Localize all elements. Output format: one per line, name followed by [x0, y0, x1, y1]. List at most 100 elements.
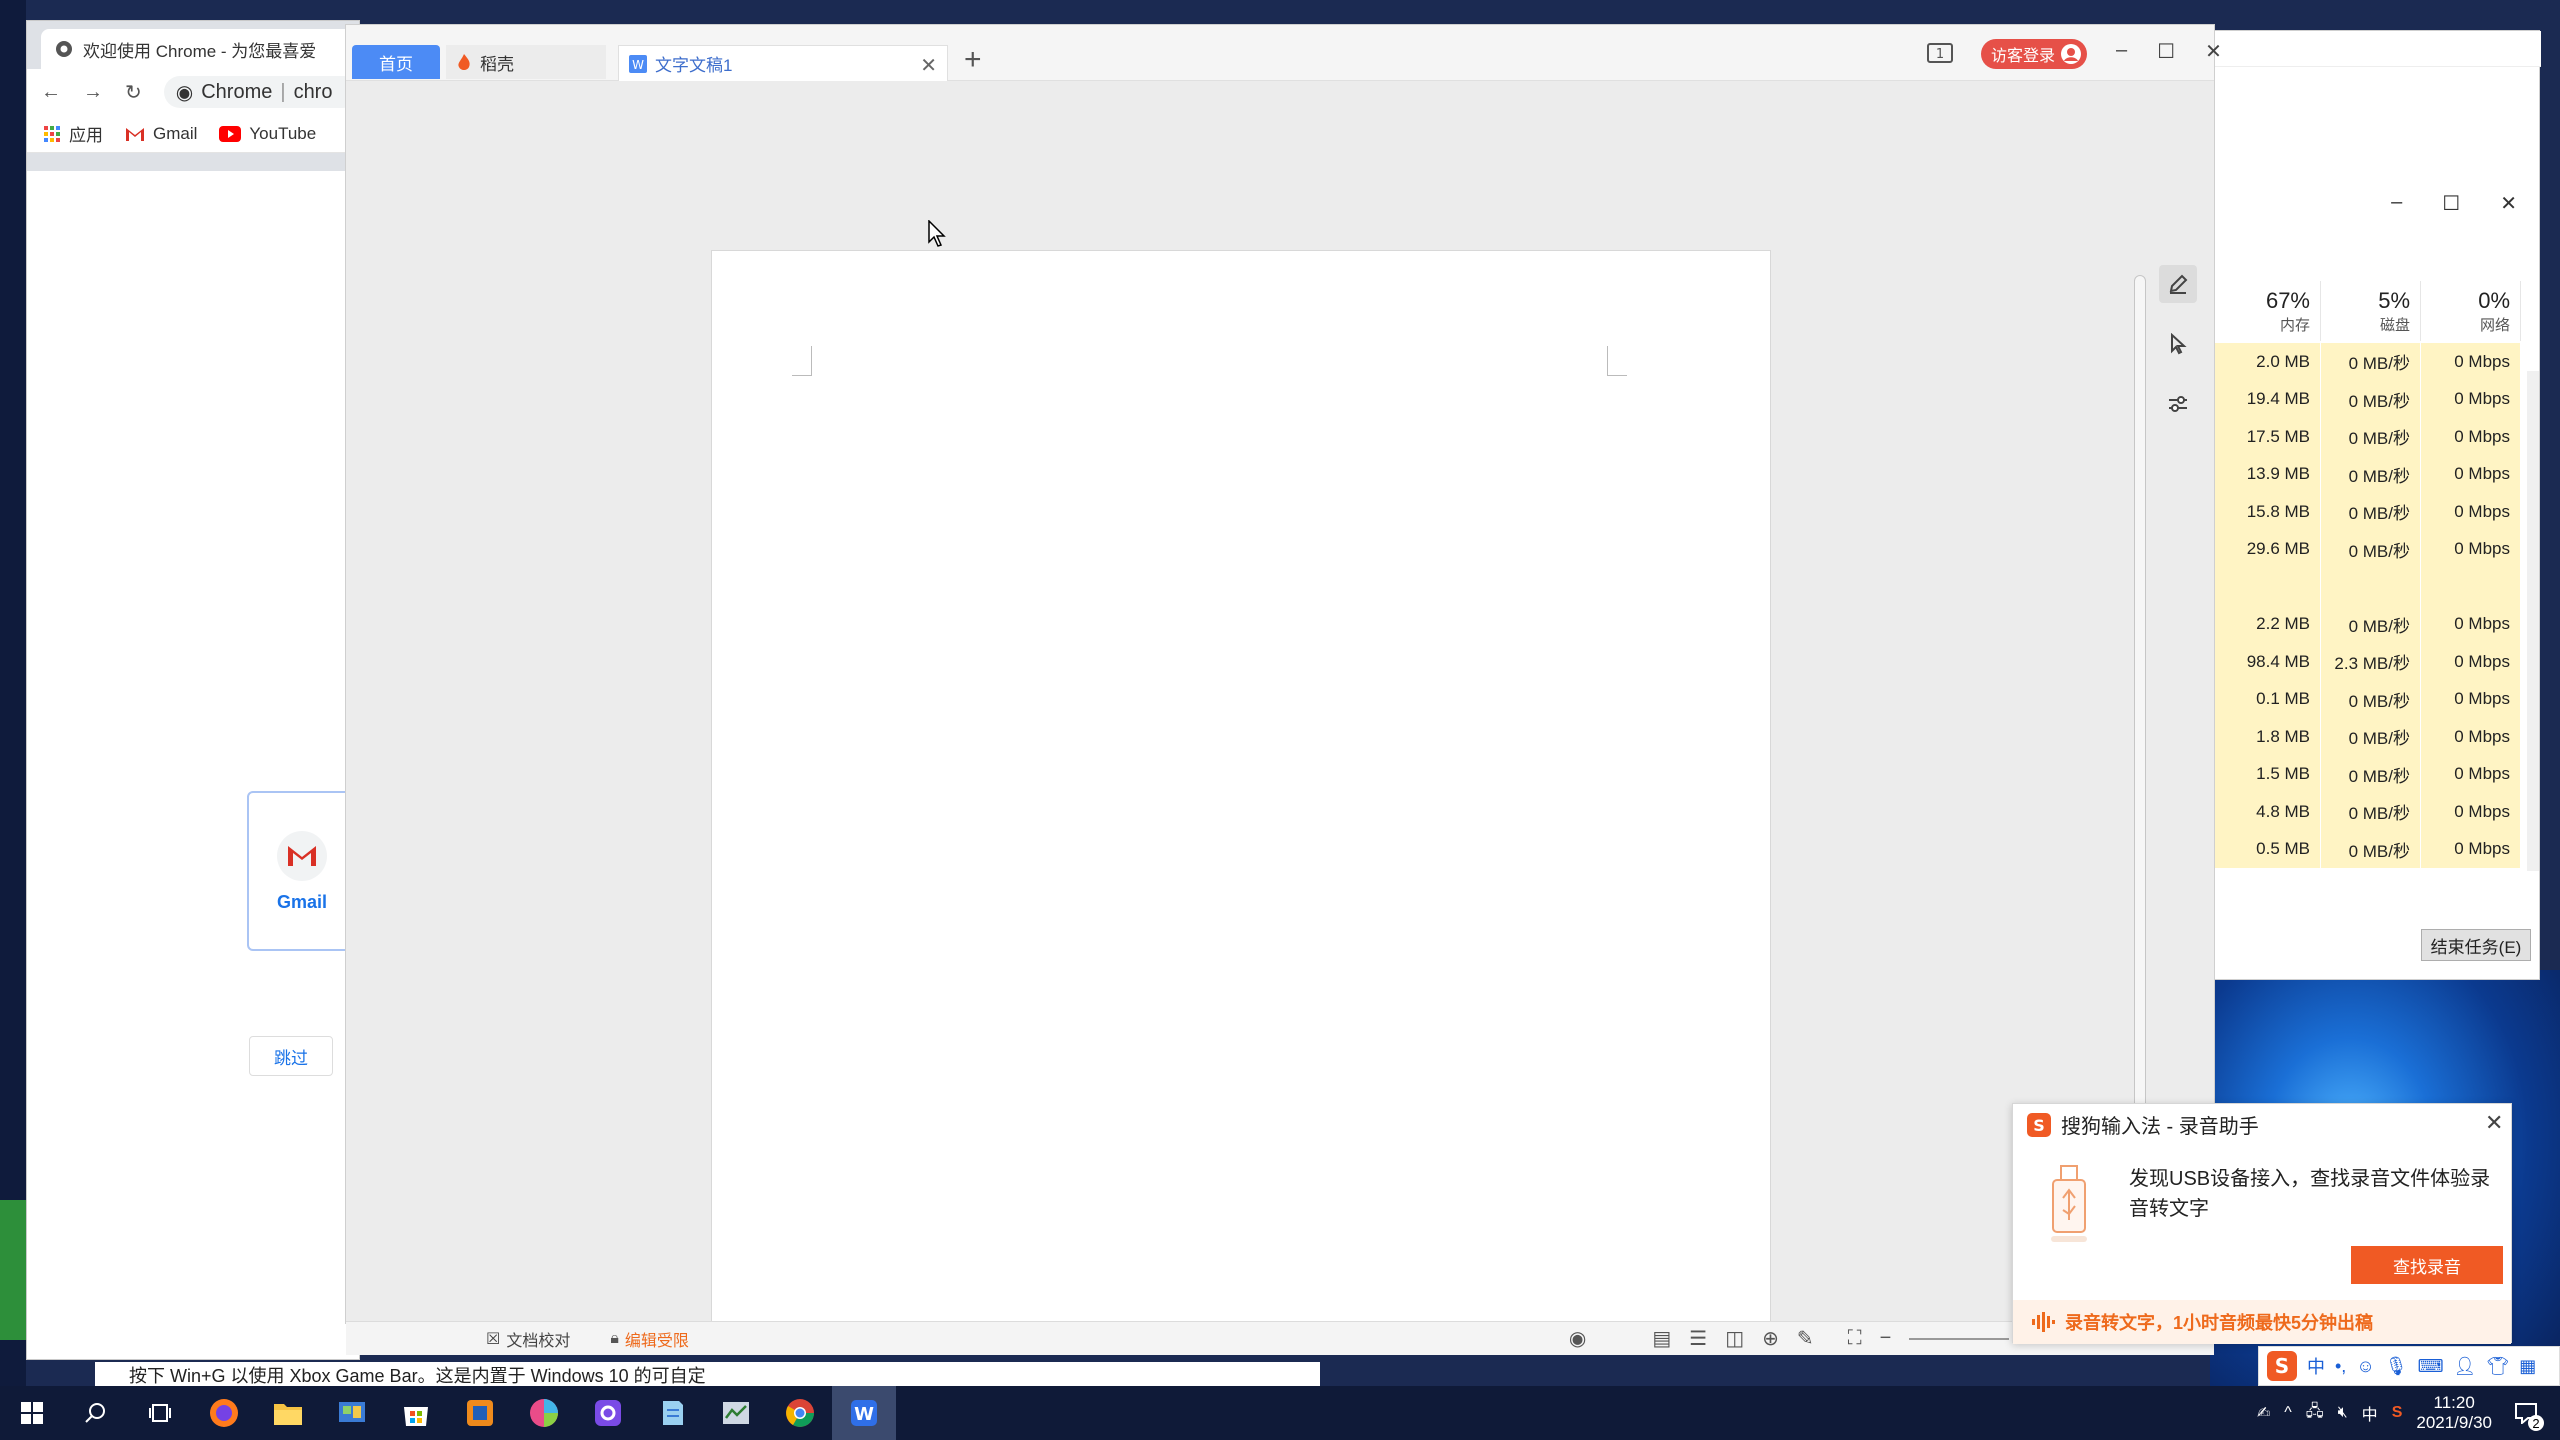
margin-corner-left: [792, 346, 812, 376]
forward-icon[interactable]: →: [83, 81, 103, 104]
reading-view-icon[interactable]: ◫: [1725, 1326, 1744, 1351]
document-scrollbar[interactable]: [2134, 275, 2146, 1135]
volume-muted-icon[interactable]: 🔇︎: [2338, 1404, 2348, 1422]
ime-voice-icon[interactable]: 🎙︎: [2385, 1356, 2408, 1377]
table-cell: 19.4 MB: [2211, 380, 2321, 418]
network-icon[interactable]: 🖧︎: [2306, 1400, 2324, 1427]
fit-page-icon[interactable]: ⛶: [1848, 1327, 1862, 1350]
table-row[interactable]: 19.4 MB 0 MB/秒 0 Mbps: [2211, 380, 2521, 418]
find-recording-button[interactable]: 查找录音: [2351, 1246, 2503, 1284]
task-view-icon[interactable]: [128, 1386, 192, 1440]
add-tab-icon[interactable]: +: [964, 43, 982, 77]
maximize-icon[interactable]: ☐: [2442, 191, 2460, 221]
task-manager-taskbar-icon[interactable]: [704, 1386, 768, 1440]
table-row[interactable]: 13.9 MB 0 MB/秒 0 Mbps: [2211, 455, 2521, 493]
system-tray: ✍ ^ 🖧︎ 🔇︎ 中 S 11:20 2021/9/30 2: [2257, 1386, 2560, 1440]
adjust-settings-icon[interactable]: [2159, 385, 2197, 423]
ime-keyboard-icon[interactable]: ⌨: [2418, 1356, 2444, 1377]
table-row[interactable]: 98.4 MB 2.3 MB/秒 0 Mbps: [2211, 643, 2521, 681]
screen-recorder-icon[interactable]: [576, 1386, 640, 1440]
input-language-label[interactable]: 中: [2362, 1401, 2378, 1425]
table-row[interactable]: 0.1 MB 0 MB/秒 0 Mbps: [2211, 680, 2521, 718]
close-icon[interactable]: ✕: [2205, 39, 2222, 64]
table-row[interactable]: 0.5 MB 0 MB/秒 0 Mbps: [2211, 830, 2521, 868]
close-icon[interactable]: ✕: [2500, 191, 2517, 221]
zoom-slider[interactable]: [1909, 1337, 2010, 1340]
table-row[interactable]: 1.5 MB 0 MB/秒 0 Mbps: [2211, 755, 2521, 793]
table-cell: 0 MB/秒: [2321, 418, 2421, 456]
sogou-ime-bar[interactable]: S 中 •, ☺ 🎙︎ ⌨ 👤︎ 👕︎ ▦: [2258, 1346, 2560, 1386]
table-row[interactable]: 2.0 MB 0 MB/秒 0 Mbps: [2211, 343, 2521, 381]
colorful-app-icon[interactable]: [512, 1386, 576, 1440]
sogou-popup-footer[interactable]: 录音转文字，1小时音频最快5分钟出稿: [2013, 1300, 2511, 1344]
select-pointer-icon[interactable]: [2159, 325, 2197, 363]
table-row[interactable]: 15.8 MB 0 MB/秒 0 Mbps: [2211, 493, 2521, 531]
file-explorer-icon[interactable]: [256, 1386, 320, 1440]
eye-protection-icon[interactable]: ◉: [1569, 1326, 1586, 1351]
ime-skin-icon[interactable]: 👕︎: [2486, 1356, 2509, 1377]
tab-document[interactable]: W 文字文稿1 ✕: [618, 45, 948, 81]
windows-start-icon[interactable]: [0, 1386, 64, 1440]
sogou-tray-icon[interactable]: S: [2392, 1404, 2403, 1422]
web-view-icon[interactable]: ⊕: [1762, 1326, 1779, 1351]
chrome-taskbar-icon[interactable]: [768, 1386, 832, 1440]
minimize-icon[interactable]: –: [2391, 191, 2402, 221]
edit-restriction-button[interactable]: 🔒︎ 编辑受限: [610, 1327, 689, 1351]
window-count-icon[interactable]: 1: [1926, 41, 1954, 65]
close-tab-icon[interactable]: ✕: [920, 53, 937, 78]
ime-emoji-icon[interactable]: ☺: [2356, 1356, 2374, 1377]
action-center-icon[interactable]: 2: [2506, 1393, 2546, 1433]
table-row[interactable]: 2.2 MB 0 MB/秒 0 Mbps: [2211, 605, 2521, 643]
bookmark-youtube[interactable]: YouTube: [219, 124, 316, 144]
minimize-icon[interactable]: –: [2116, 39, 2127, 64]
network-column-header[interactable]: 0% 网络: [2421, 281, 2521, 341]
tab-daoke[interactable]: 稻壳: [446, 45, 606, 79]
omnibox[interactable]: ◉ Chrome | chro: [163, 76, 359, 108]
table-row[interactable]: 17.5 MB 0 MB/秒 0 Mbps: [2211, 418, 2521, 456]
table-cell: 4.8 MB: [2211, 793, 2321, 831]
bookmark-apps[interactable]: 应用: [43, 121, 103, 146]
ime-toolbox-icon[interactable]: ▦: [2519, 1356, 2536, 1377]
sogou-popup-title: S 搜狗输入法 - 录音助手: [2027, 1110, 2259, 1139]
tab-home[interactable]: 首页: [352, 45, 440, 79]
proofread-button[interactable]: ☒ 文档校对: [486, 1327, 570, 1351]
writer-doc-icon: W: [629, 54, 647, 73]
task-manager-scrollbar[interactable]: [2527, 371, 2539, 871]
memory-column-header[interactable]: 67% 内存: [2211, 281, 2321, 341]
notepad-app-icon[interactable]: [640, 1386, 704, 1440]
reload-icon[interactable]: ↻: [125, 80, 142, 105]
bookmark-gmail[interactable]: Gmail: [125, 124, 197, 144]
gmail-card[interactable]: Gmail: [247, 791, 357, 951]
guest-login-button[interactable]: 访客登录: [1981, 39, 2087, 69]
zoom-out-icon[interactable]: −: [1880, 1327, 1892, 1350]
pen-tool-icon[interactable]: [2159, 265, 2197, 303]
document-page[interactable]: [711, 250, 1771, 1325]
ime-punctuation-icon[interactable]: •,: [2335, 1356, 2346, 1377]
outline-view-icon[interactable]: ☰: [1689, 1326, 1707, 1351]
skip-button[interactable]: 跳过: [249, 1036, 333, 1076]
control-panel-icon[interactable]: [320, 1386, 384, 1440]
table-row[interactable]: 4.8 MB 0 MB/秒 0 Mbps: [2211, 793, 2521, 831]
write-mode-icon[interactable]: ✎: [1797, 1326, 1814, 1351]
microsoft-store-icon[interactable]: [384, 1386, 448, 1440]
show-hidden-icons[interactable]: ^: [2284, 1404, 2292, 1422]
svg-text:1: 1: [1936, 47, 1944, 62]
app-orange-icon[interactable]: [448, 1386, 512, 1440]
table-row[interactable]: 29.6 MB 0 MB/秒 0 Mbps: [2211, 530, 2521, 568]
chrome-tab[interactable]: 欢迎使用 Chrome - 为您最喜爱: [41, 29, 361, 69]
disk-column-header[interactable]: 5% 磁盘: [2321, 281, 2421, 341]
table-row[interactable]: [2211, 568, 2521, 606]
search-icon[interactable]: [64, 1386, 128, 1440]
maximize-icon[interactable]: ☐: [2157, 39, 2175, 64]
wps-writer-taskbar-icon[interactable]: W: [832, 1386, 896, 1440]
page-view-icon[interactable]: ▤: [1652, 1326, 1671, 1351]
table-cell: 2.3 MB/秒: [2321, 643, 2421, 681]
firefox-icon[interactable]: [192, 1386, 256, 1440]
close-popup-icon[interactable]: ✕: [2485, 1110, 2503, 1136]
ime-user-icon[interactable]: 👤︎: [2454, 1356, 2477, 1377]
clock[interactable]: 11:20 2021/9/30: [2416, 1393, 2492, 1433]
back-icon[interactable]: ←: [41, 81, 61, 104]
table-row[interactable]: 1.8 MB 0 MB/秒 0 Mbps: [2211, 718, 2521, 756]
pen-workspace-icon[interactable]: ✍: [2257, 1403, 2270, 1423]
end-task-button[interactable]: 结束任务(E): [2421, 929, 2531, 961]
